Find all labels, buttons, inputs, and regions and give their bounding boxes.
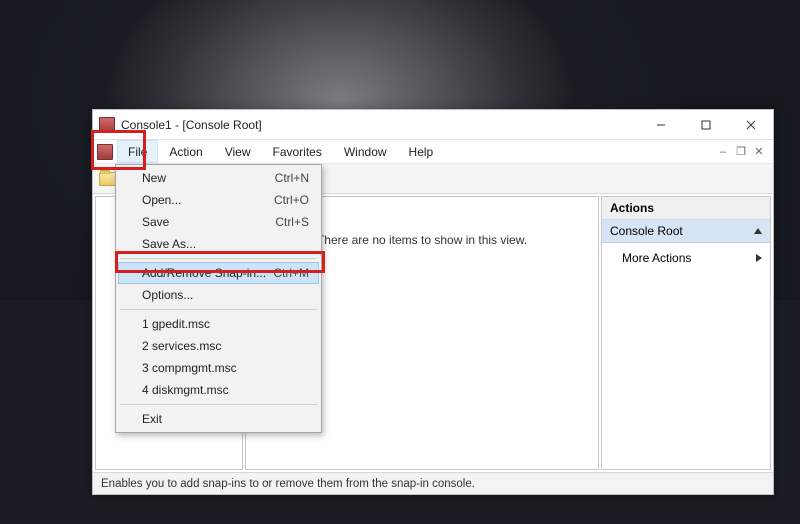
- menubar: File Action View Favorites Window Help –…: [93, 140, 773, 164]
- close-button[interactable]: [728, 110, 773, 139]
- actions-root-label: Console Root: [610, 224, 683, 238]
- mmc-window: Console1 - [Console Root] File Action Vi…: [92, 109, 774, 495]
- collapse-icon: [754, 228, 762, 234]
- minimize-button[interactable]: [638, 110, 683, 139]
- status-text: Enables you to add snap-ins to or remove…: [101, 478, 475, 490]
- file-menu-recent-3[interactable]: 3 compmgmt.msc: [118, 357, 319, 379]
- mdi-close-icon[interactable]: ✕: [753, 145, 765, 158]
- menu-separator: [120, 404, 317, 405]
- window-title: Console1 - [Console Root]: [121, 118, 638, 132]
- actions-more[interactable]: More Actions: [602, 243, 770, 273]
- file-menu-recent-2[interactable]: 2 services.msc: [118, 335, 319, 357]
- file-menu-options-label: Options...: [142, 288, 193, 302]
- file-menu-dropdown: New Ctrl+N Open... Ctrl+O Save Ctrl+S Sa…: [115, 164, 322, 433]
- menu-view[interactable]: View: [214, 140, 262, 163]
- file-menu-saveas[interactable]: Save As...: [118, 233, 319, 255]
- actions-root[interactable]: Console Root: [602, 220, 770, 243]
- statusbar: Enables you to add snap-ins to or remove…: [93, 472, 773, 494]
- mdi-system-icon[interactable]: [97, 144, 113, 160]
- menu-separator: [120, 309, 317, 310]
- file-menu-new[interactable]: New Ctrl+N: [118, 167, 319, 189]
- file-menu-options[interactable]: Options...: [118, 284, 319, 306]
- file-menu-open-label: Open...: [142, 193, 181, 207]
- shortcut: Ctrl+N: [275, 171, 309, 185]
- file-menu-open[interactable]: Open... Ctrl+O: [118, 189, 319, 211]
- menu-help[interactable]: Help: [398, 140, 445, 163]
- mmc-app-icon: [99, 117, 115, 133]
- menu-file[interactable]: File: [117, 140, 158, 163]
- file-menu-exit[interactable]: Exit: [118, 408, 319, 430]
- menu-separator: [120, 258, 317, 259]
- file-menu-new-label: New: [142, 171, 166, 185]
- mdi-restore-icon[interactable]: ❐: [735, 145, 747, 158]
- actions-pane: Actions Console Root More Actions: [601, 196, 771, 470]
- menu-window[interactable]: Window: [333, 140, 398, 163]
- actions-more-label: More Actions: [622, 251, 691, 265]
- file-menu-recent-1[interactable]: 1 gpedit.msc: [118, 313, 319, 335]
- shortcut: Ctrl+S: [275, 215, 309, 229]
- file-menu-recent-4[interactable]: 4 diskmgmt.msc: [118, 379, 319, 401]
- submenu-arrow-icon: [756, 254, 762, 262]
- mdi-minimize-icon[interactable]: –: [717, 146, 729, 158]
- menu-favorites[interactable]: Favorites: [262, 140, 333, 163]
- titlebar: Console1 - [Console Root]: [93, 110, 773, 140]
- file-menu-saveas-label: Save As...: [142, 237, 196, 251]
- file-menu-save[interactable]: Save Ctrl+S: [118, 211, 319, 233]
- shortcut: Ctrl+O: [274, 193, 309, 207]
- menu-action[interactable]: Action: [158, 140, 213, 163]
- file-menu-save-label: Save: [142, 215, 169, 229]
- maximize-button[interactable]: [683, 110, 728, 139]
- actions-header: Actions: [602, 197, 770, 220]
- empty-view-text: There are no items to show in this view.: [317, 233, 527, 247]
- shortcut: Ctrl+M: [273, 266, 309, 280]
- file-menu-add-remove-snapin[interactable]: Add/Remove Snap-in... Ctrl+M: [118, 262, 319, 284]
- file-menu-snapin-label: Add/Remove Snap-in...: [142, 266, 266, 280]
